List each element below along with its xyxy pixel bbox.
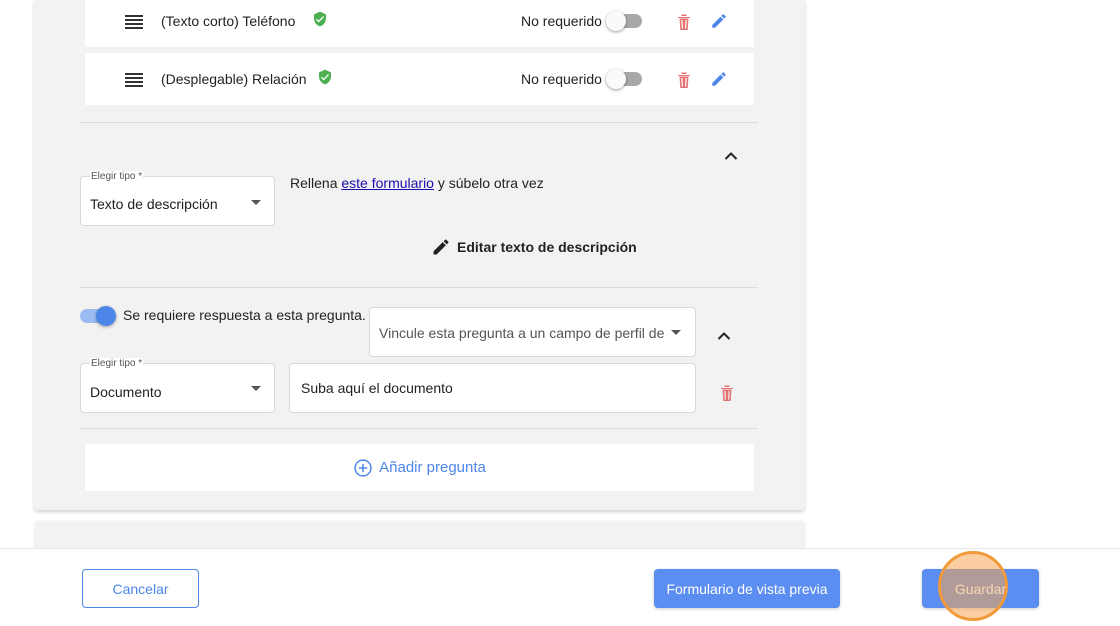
question-label: (Texto corto) Teléfono xyxy=(161,13,296,29)
chevron-up-icon[interactable] xyxy=(724,151,738,161)
save-button-label: Guardar xyxy=(954,580,1007,597)
pencil-icon[interactable] xyxy=(710,70,728,88)
form-link[interactable]: este formulario xyxy=(341,175,434,191)
cancel-button[interactable]: Cancelar xyxy=(82,569,199,608)
caret-down-icon xyxy=(671,330,681,335)
required-toggle[interactable] xyxy=(606,11,642,31)
verified-shield-icon xyxy=(314,11,326,27)
divider xyxy=(80,287,758,288)
profile-field-select[interactable]: Vincule esta pregunta a un campo de perf… xyxy=(369,307,696,357)
required-status: No requerido xyxy=(521,71,602,87)
footer-bar: Cancelar Formulario de vista previa Guar… xyxy=(0,548,1120,626)
question-label: (Desplegable) Relación xyxy=(161,71,307,87)
drag-handle-icon[interactable] xyxy=(125,15,143,29)
description-text: Rellena este formulario y súbelo otra ve… xyxy=(290,175,544,191)
edit-description-button[interactable]: Editar texto de descripción xyxy=(431,237,637,257)
question-text-input[interactable] xyxy=(301,380,681,396)
trash-icon[interactable] xyxy=(677,71,691,89)
type-select[interactable]: Elegir tipo * Texto de descripción xyxy=(80,171,275,226)
type-select-value: Documento xyxy=(90,384,162,400)
pencil-icon[interactable] xyxy=(710,12,728,30)
drag-handle-icon[interactable] xyxy=(125,73,143,87)
preview-form-button[interactable]: Formulario de vista previa xyxy=(654,569,840,608)
required-toggle[interactable] xyxy=(606,69,642,89)
required-status: No requerido xyxy=(521,13,602,29)
question-row: (Desplegable) Relación No requerido xyxy=(85,53,754,105)
add-question-label: Añadir pregunta xyxy=(379,459,486,476)
trash-icon[interactable] xyxy=(720,384,734,402)
verified-shield-icon xyxy=(319,69,331,85)
save-button[interactable]: Guardar xyxy=(922,569,1039,608)
type-select[interactable]: Elegir tipo * Documento xyxy=(80,358,275,413)
caret-down-icon xyxy=(251,386,261,391)
type-select-value: Texto de descripción xyxy=(90,196,218,212)
pencil-icon xyxy=(433,239,449,255)
description-text-after: y súbelo otra vez xyxy=(433,175,544,191)
type-select-label: Elegir tipo * xyxy=(90,358,144,370)
required-toggle-label: Se requiere respuesta a esta pregunta. xyxy=(123,307,366,323)
add-question-button[interactable]: Añadir pregunta xyxy=(85,444,754,491)
divider xyxy=(80,122,758,123)
trash-icon[interactable] xyxy=(677,13,691,31)
description-text-before: Rellena xyxy=(290,175,342,191)
question-row: (Texto corto) Teléfono No requerido xyxy=(85,0,754,47)
add-circle-icon xyxy=(354,458,372,477)
profile-field-select-placeholder: Vincule esta pregunta a un campo de perf… xyxy=(379,325,664,341)
divider xyxy=(80,428,758,429)
type-select-label: Elegir tipo * xyxy=(90,171,144,183)
required-toggle[interactable] xyxy=(80,306,116,326)
chevron-up-icon[interactable] xyxy=(717,331,731,341)
edit-description-label: Editar texto de descripción xyxy=(457,239,637,255)
caret-down-icon xyxy=(251,200,261,205)
question-text-field[interactable] xyxy=(289,363,696,413)
